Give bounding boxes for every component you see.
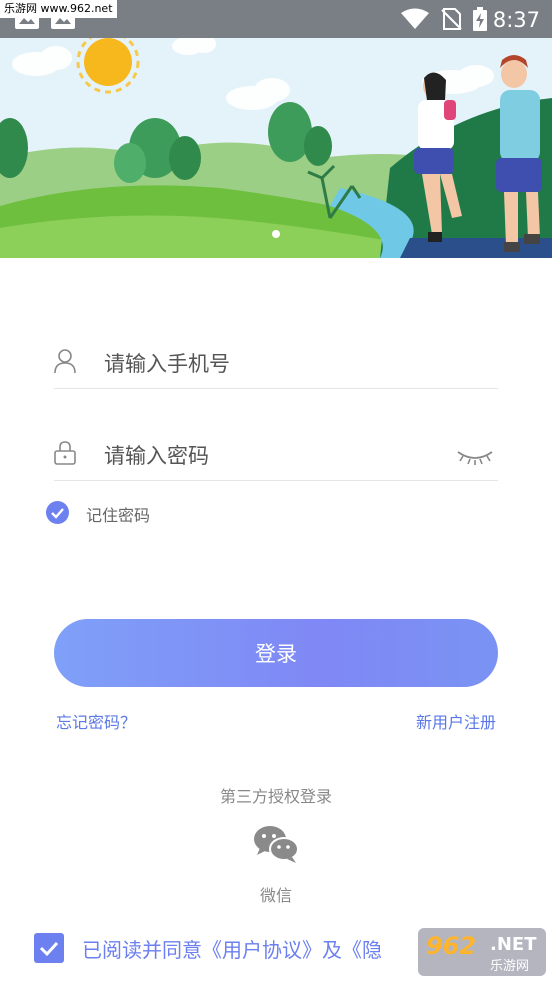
watermark-logo: 962 .NET 乐游网 xyxy=(418,928,546,976)
watermark-site: 乐游网 xyxy=(490,959,530,974)
notification-icon xyxy=(15,13,39,29)
check-icon xyxy=(39,941,59,957)
check-icon xyxy=(51,508,64,519)
watermark-number: 962 xyxy=(426,932,477,960)
user-icon xyxy=(54,349,76,374)
third-party-title: 第三方授权登录 xyxy=(219,787,332,806)
eye-closed-icon[interactable] xyxy=(456,446,494,466)
password-input[interactable] xyxy=(102,438,436,474)
hero-illustration xyxy=(0,38,552,258)
status-time: 8:37 xyxy=(492,8,540,32)
notification-icon-2 xyxy=(51,13,75,29)
wechat-login-button[interactable] xyxy=(252,824,300,864)
forgot-password-link[interactable]: 忘记密码？ xyxy=(56,709,136,733)
wifi-icon xyxy=(401,8,429,29)
no-sim-icon xyxy=(441,8,462,30)
carousel-dot-active xyxy=(272,230,280,238)
remember-checkbox[interactable] xyxy=(46,501,69,524)
wechat-label: 微信 xyxy=(259,886,292,905)
status-bar: 乐游网 www.962.net 8:37 xyxy=(0,0,552,38)
remember-label: 记住密码 xyxy=(86,506,151,525)
agreement-checkbox[interactable] xyxy=(34,933,64,963)
wechat-icon xyxy=(254,826,299,863)
phone-input[interactable] xyxy=(102,346,436,382)
phone-field xyxy=(54,338,498,389)
password-field xyxy=(54,430,498,481)
lock-icon xyxy=(54,441,76,465)
register-link[interactable]: 新用户注册 xyxy=(416,709,496,733)
watermark-suffix: .NET xyxy=(490,934,537,955)
agreement-text[interactable]: 已阅读并同意《用户协议》及《隐 xyxy=(82,934,382,963)
battery-charging-icon xyxy=(473,7,487,31)
login-button[interactable]: 登录 xyxy=(54,619,498,687)
hero-banner xyxy=(0,38,552,258)
